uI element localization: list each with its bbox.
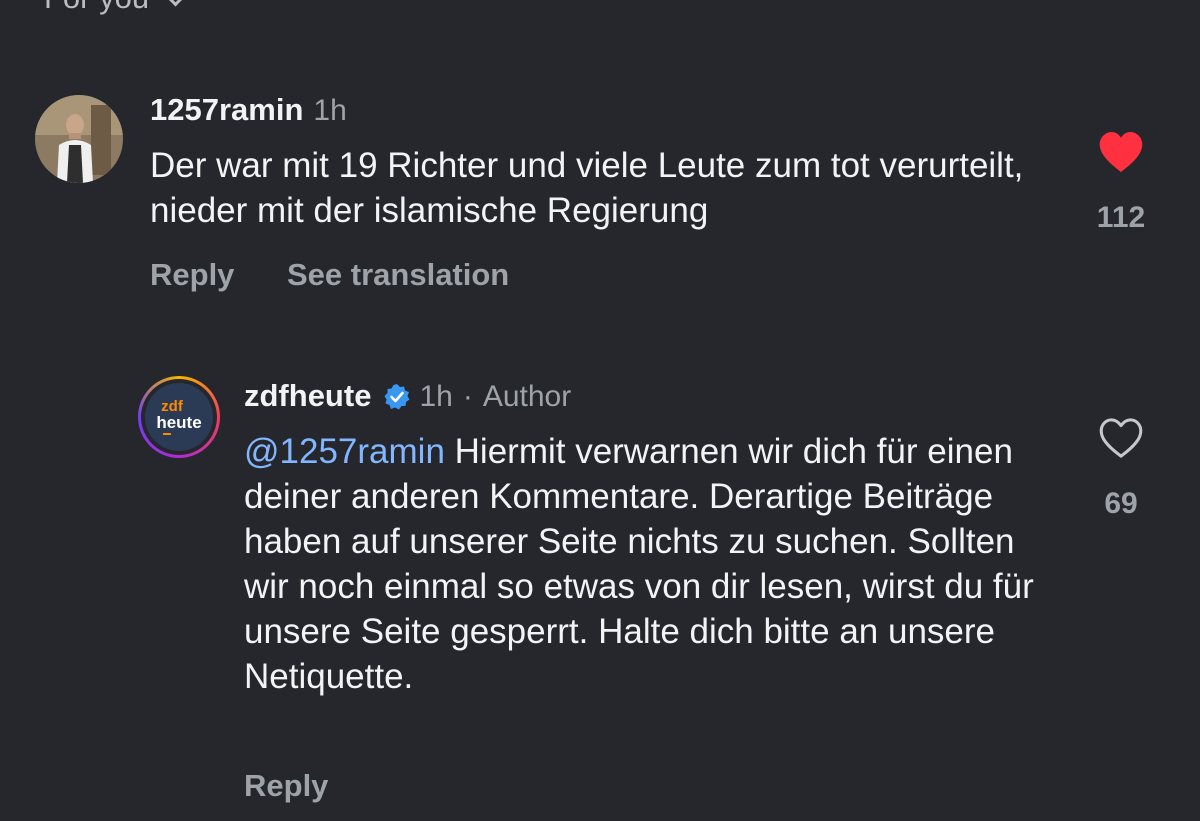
feed-filter-dropdown[interactable]: For you [44, 0, 188, 18]
reply-time: 1h [419, 380, 453, 413]
comment-username[interactable]: 1257ramin [150, 92, 303, 128]
comment-time: 1h [313, 94, 347, 127]
like-count: 69 [1104, 487, 1138, 520]
like-count: 112 [1096, 201, 1146, 234]
comment-text: Der war mit 19 Richter und viele Leute z… [150, 146, 1024, 230]
verified-badge-icon [383, 383, 410, 410]
heart-outline-icon[interactable] [1098, 418, 1144, 465]
reply-text-block: @1257ramin Hiermit verwarnen wir dich fü… [244, 429, 1054, 699]
reply-button[interactable]: Reply [150, 257, 234, 293]
author-badge: Author [482, 380, 572, 413]
reply-button-2[interactable]: Reply [244, 768, 328, 804]
feed-filter-label: For you [44, 0, 149, 16]
reply-like-column: 69 [1081, 418, 1161, 521]
zdfheute-logo: zdf heute [145, 383, 213, 451]
heart-filled-icon[interactable] [1098, 132, 1144, 179]
like-column: 112 [1081, 132, 1161, 235]
comment-header: 1257ramin 1h [150, 92, 347, 128]
meta-separator: · [462, 380, 473, 413]
see-translation-button[interactable]: See translation [287, 257, 509, 293]
reply-header: zdfheute 1h · Author [244, 378, 571, 414]
reply-text: Hiermit verwarnen wir dich für einen dei… [244, 432, 1034, 696]
mention-link[interactable]: @1257ramin [244, 432, 445, 471]
chevron-down-icon [163, 0, 188, 7]
reply-username[interactable]: zdfheute [244, 378, 371, 414]
avatar-story-ring[interactable]: zdf heute [138, 376, 220, 458]
avatar[interactable] [35, 95, 123, 183]
